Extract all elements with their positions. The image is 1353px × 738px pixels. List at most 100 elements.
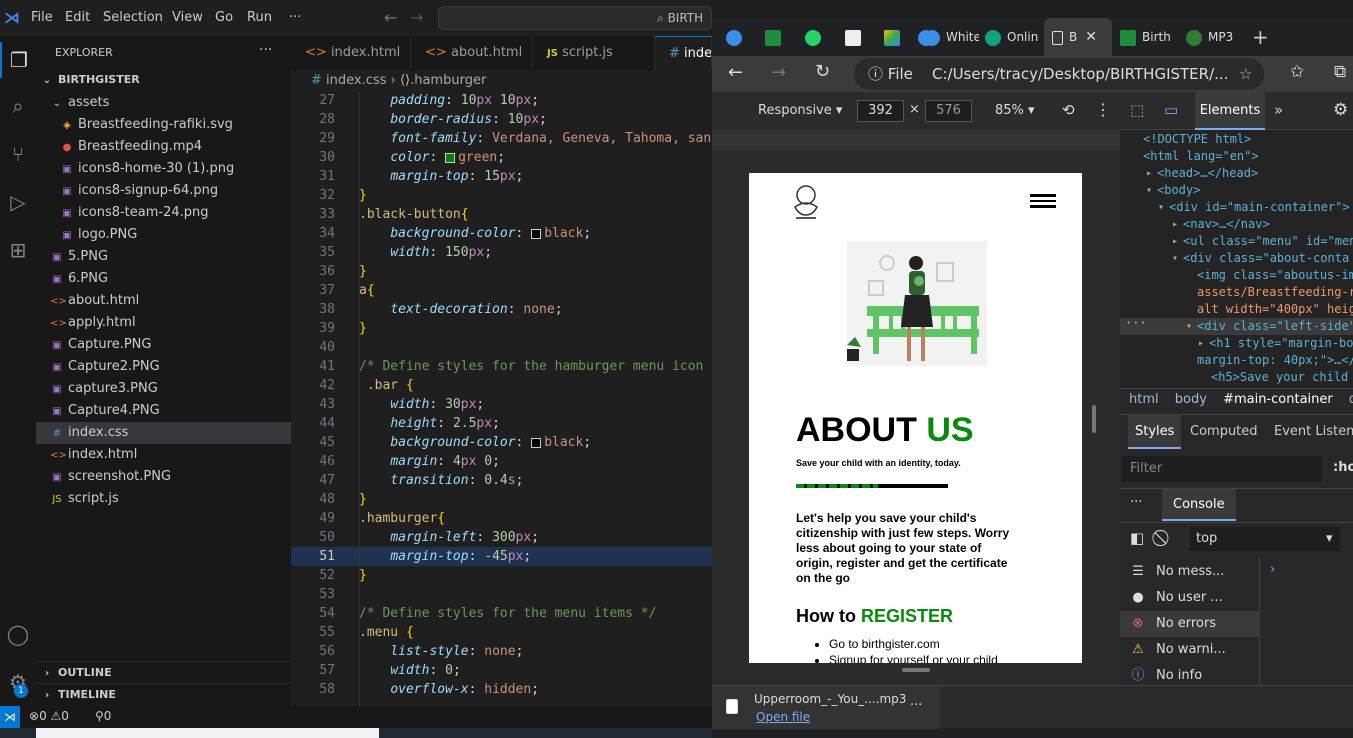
- ports-indicator[interactable]: ⚲0: [95, 709, 111, 723]
- console-filter-item[interactable]: ⓘ No info: [1120, 663, 1260, 685]
- expand-right-icon[interactable]: ▸: [1172, 216, 1178, 233]
- dom-node[interactable]: margin-top: 40px;">…</: [1120, 352, 1353, 369]
- download-item[interactable]: Upperroom_-_You_....mp3 Open file ···: [712, 686, 940, 729]
- file-item[interactable]: # index.css: [36, 422, 291, 444]
- dom-node[interactable]: <img class="aboutus-im: [1120, 267, 1353, 284]
- expand-right-icon[interactable]: ▸: [1198, 335, 1204, 352]
- refresh-icon[interactable]: ↻: [815, 61, 830, 82]
- tab-console[interactable]: Console: [1162, 489, 1236, 521]
- file-item[interactable]: ▣ icons8-home-30 (1).png: [36, 158, 291, 180]
- file-item[interactable]: JS script.js: [36, 488, 291, 510]
- viewport-height-input[interactable]: 576: [925, 100, 972, 122]
- hamburger-menu-icon[interactable]: [1030, 191, 1056, 211]
- breadcrumb-symbol[interactable]: .hamburger: [410, 73, 486, 88]
- browser-tab[interactable]: [805, 18, 835, 56]
- dom-node[interactable]: ▾ <body>: [1120, 182, 1353, 199]
- menu-more[interactable]: ···: [289, 10, 301, 25]
- file-item[interactable]: ▣ icons8-team-24.png: [36, 202, 291, 224]
- browser-tab-birth[interactable]: Birth: [1120, 18, 1180, 56]
- explorer-more-button[interactable]: ···: [259, 42, 272, 58]
- file-item[interactable]: ● Breastfeeding.mp4: [36, 136, 291, 158]
- dom-node[interactable]: <html lang="en">: [1120, 148, 1353, 165]
- tab-index-html[interactable]: <> index.html: [291, 36, 411, 70]
- outline-section[interactable]: › OUTLINE: [36, 661, 291, 683]
- tab-script-js[interactable]: JS script.js: [533, 36, 655, 70]
- dom-node[interactable]: ▸ <nav>…</nav>: [1120, 216, 1353, 233]
- menu-file[interactable]: File: [31, 10, 53, 25]
- file-item[interactable]: <>index.html: [36, 444, 291, 466]
- file-item[interactable]: ▣ Capture.PNG: [36, 334, 291, 356]
- device-toolbar-icon[interactable]: ▭: [1164, 101, 1178, 119]
- expand-right-icon[interactable]: ▸: [1146, 165, 1152, 182]
- close-tab-icon[interactable]: ✕: [1085, 29, 1097, 45]
- forward-arrow-icon[interactable]: →: [410, 8, 423, 27]
- drawer-more-button[interactable]: ···: [1130, 495, 1142, 510]
- dom-node[interactable]: <h5>Save your child w: [1120, 369, 1353, 386]
- console-prompt-icon[interactable]: ›: [1270, 562, 1275, 577]
- tab-elements[interactable]: Elements: [1195, 92, 1265, 130]
- folder-assets[interactable]: ⌄ assets: [36, 92, 291, 114]
- expand-down-icon[interactable]: ▾: [1146, 182, 1152, 199]
- taskbar-search-box[interactable]: [36, 728, 379, 738]
- dom-node[interactable]: alt width="400px" heig: [1120, 301, 1353, 318]
- new-tab-button[interactable]: +: [1252, 18, 1282, 56]
- console-filter-item[interactable]: ☰ No mess...: [1120, 559, 1260, 585]
- source-control-icon[interactable]: ⑂: [0, 136, 36, 172]
- file-item[interactable]: ▣ screenshot.PNG: [36, 466, 291, 488]
- tab-event-listeners[interactable]: Event Listener: [1274, 424, 1353, 439]
- file-item[interactable]: ▣ icons8-signup-64.png: [36, 180, 291, 202]
- dom-node[interactable]: ▾ <div class="left-side" ···: [1120, 315, 1353, 335]
- back-arrow-icon[interactable]: ←: [728, 62, 743, 83]
- zoom-dropdown[interactable]: 85% ▾: [995, 103, 1035, 118]
- console-filter-item[interactable]: ● No user ...: [1120, 585, 1260, 611]
- node-actions-icon[interactable]: ···: [1125, 315, 1147, 332]
- more-options-icon[interactable]: ⋮: [1095, 100, 1111, 119]
- crumb-main-container[interactable]: #main-container: [1223, 392, 1333, 407]
- extensions-icon[interactable]: ⊞: [0, 232, 36, 268]
- breadcrumb-file[interactable]: index.css: [326, 73, 386, 88]
- browser-tab[interactable]: [845, 18, 875, 56]
- dom-node[interactable]: ▾ <div id="main-container">: [1120, 199, 1353, 216]
- favorite-star-icon[interactable]: ☆: [1239, 58, 1252, 90]
- console-filter-item[interactable]: ⚠ No warni...: [1120, 637, 1260, 663]
- file-item[interactable]: ▣ 6.PNG: [36, 268, 291, 290]
- file-item[interactable]: ▣ Capture2.PNG: [36, 356, 291, 378]
- command-center-search[interactable]: ⌕ BIRTH: [438, 6, 712, 30]
- forward-arrow-icon[interactable]: →: [771, 62, 786, 83]
- accounts-icon[interactable]: ◯: [0, 616, 36, 652]
- code-editor[interactable]: 27 padding: 10px 10px; 28 border-radius: …: [291, 92, 712, 706]
- tab-about-html[interactable]: <> about.html: [411, 36, 533, 70]
- dom-node[interactable]: ▸ <ul class="menu" id="men: [1120, 233, 1353, 250]
- browser-tab-active[interactable]: B ✕: [1044, 18, 1112, 56]
- more-tabs-button[interactable]: »: [1274, 101, 1283, 119]
- styles-filter-input[interactable]: Filter: [1122, 456, 1322, 482]
- folder-birthgister[interactable]: ⌄ BIRTHGISTER: [36, 69, 291, 91]
- menu-edit[interactable]: Edit: [65, 10, 90, 25]
- browser-tab-white[interactable]: White: [924, 18, 979, 56]
- dom-node[interactable]: <!DOCTYPE html>: [1120, 131, 1353, 148]
- address-bar[interactable]: ⓘ File C:/Users/tracy/Desktop/BIRTHGISTE…: [854, 58, 1264, 90]
- back-arrow-icon[interactable]: ←: [384, 8, 397, 27]
- search-icon[interactable]: ⌕: [0, 88, 36, 124]
- browser-tab-online[interactable]: Onlin: [985, 18, 1043, 56]
- tab-computed[interactable]: Computed: [1190, 424, 1258, 439]
- dom-node[interactable]: ▾ <div class="about-conta: [1120, 250, 1353, 267]
- hover-state-toggle[interactable]: :ho: [1333, 460, 1353, 475]
- favorites-icon[interactable]: ✩: [1290, 62, 1304, 82]
- file-item[interactable]: ▣ Capture4.PNG: [36, 400, 291, 422]
- dom-node[interactable]: ▸ <head>…</head>: [1120, 165, 1353, 182]
- dom-tree[interactable]: <!DOCTYPE html> <html lang="en"> ▸ <head>…<…: [1120, 130, 1353, 388]
- resize-handle-bottom[interactable]: [902, 668, 930, 672]
- file-item[interactable]: ▣ 5.PNG: [36, 246, 291, 268]
- resize-handle[interactable]: [1092, 405, 1096, 433]
- dom-node[interactable]: assets/Breastfeeding-r: [1120, 284, 1353, 301]
- expand-down-icon[interactable]: ▾: [1172, 250, 1178, 267]
- explorer-icon[interactable]: ❐: [0, 42, 36, 78]
- timeline-section[interactable]: › TIMELINE: [36, 683, 291, 705]
- dom-node[interactable]: ▸ <h1 style="margin-bo: [1120, 335, 1353, 352]
- file-item[interactable]: ◈ Breastfeeding-rafiki.svg: [36, 114, 291, 136]
- crumb-div[interactable]: div: [1349, 392, 1353, 407]
- menu-selection[interactable]: Selection: [103, 10, 163, 25]
- file-item[interactable]: <>about.html: [36, 290, 291, 312]
- file-item[interactable]: <>apply.html: [36, 312, 291, 334]
